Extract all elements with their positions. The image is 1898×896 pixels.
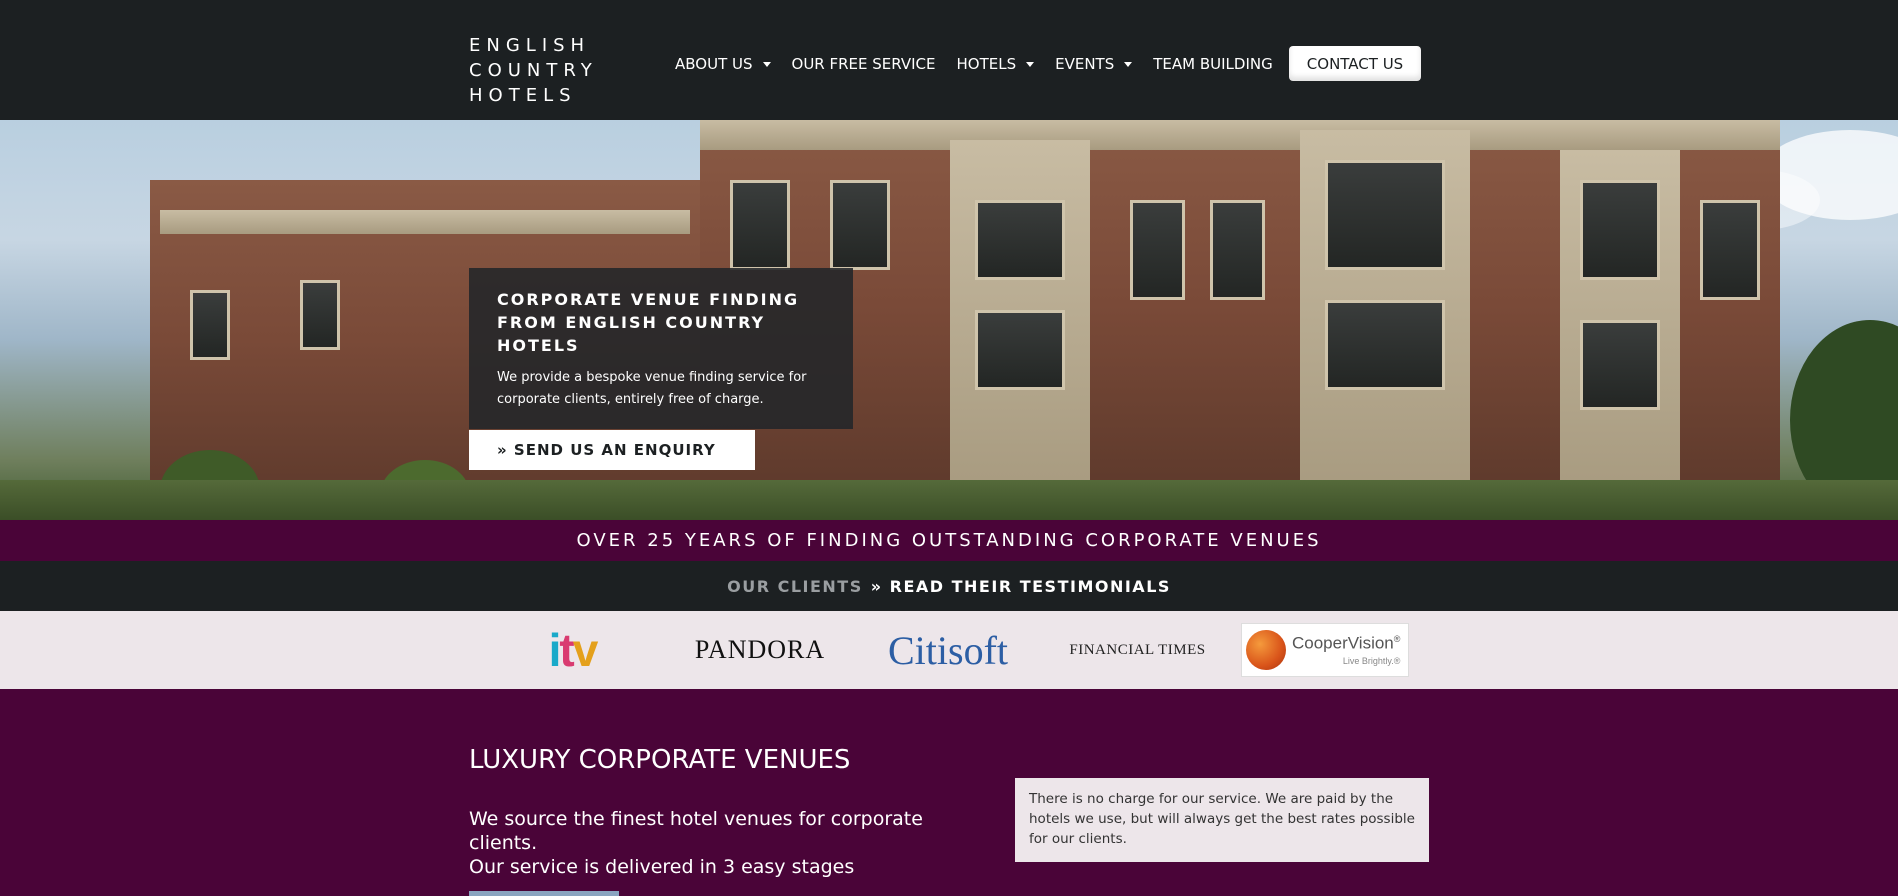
hero-text: We provide a bespoke venue finding servi… (497, 370, 807, 407)
nav-label: EVENTS (1055, 55, 1115, 73)
mansion-window (1210, 200, 1265, 300)
read-testimonials-link[interactable]: » READ THEIR TESTIMONIALS (871, 577, 1171, 596)
mansion-window (1580, 180, 1660, 280)
mansion-window (1325, 160, 1445, 270)
mansion-parapet (700, 120, 1780, 150)
subtitle-line-1: We source the finest hotel venues for co… (469, 808, 923, 854)
section-subtitle: We source the finest hotel venues for co… (469, 807, 989, 879)
mansion-window (300, 280, 340, 350)
coopervision-logo: CooperVision® Live Brightly.® (1241, 623, 1409, 677)
nav-label: OUR FREE SERVICE (791, 55, 936, 73)
mansion-window (1700, 200, 1760, 300)
hero-title: CORPORATE VENUE FINDING FROM ENGLISH COU… (497, 290, 800, 355)
financial-times-logo: FINANCIAL TIMES (1069, 641, 1206, 658)
venues-section: LUXURY CORPORATE VENUES We source the fi… (0, 689, 1898, 896)
itv-letter: v (572, 624, 599, 676)
itv-logo: i t v (525, 623, 620, 677)
coopervision-ball-icon (1246, 630, 1286, 670)
nav-item-events[interactable]: EVENTS (1055, 55, 1133, 73)
caret-down-icon (762, 61, 771, 67)
main-nav: ABOUT US OUR FREE SERVICE HOTELS EVENTS … (675, 46, 1294, 82)
logo-line-1: ENGLISH (469, 35, 591, 56)
lawn-decoration (0, 480, 1898, 520)
coopervision-wordmark: CooperVision (1292, 633, 1394, 653)
site-logo[interactable]: ENGLISH COUNTRY HOTELS (469, 33, 598, 108)
itv-letter: t (559, 624, 574, 676)
pandora-logo: PANDORA (694, 635, 826, 664)
subtitle-line-2: Our service is delivered in 3 easy stage… (469, 856, 855, 878)
nav-item-about-us[interactable]: ABOUT US (675, 55, 771, 73)
caret-down-icon (1124, 61, 1133, 67)
site-header: ENGLISH COUNTRY HOTELS ABOUT US OUR FREE… (0, 0, 1898, 120)
section-title: LUXURY CORPORATE VENUES (469, 745, 851, 775)
our-clients-label: OUR CLIENTS (727, 576, 863, 596)
mansion-window (975, 200, 1065, 280)
nav-label: ABOUT US (675, 55, 753, 73)
nav-item-our-free-service[interactable]: OUR FREE SERVICE (792, 55, 936, 73)
mansion-window (1580, 320, 1660, 410)
coopervision-name: CooperVision® Live Brightly.® (1292, 630, 1400, 671)
nav-item-hotels[interactable]: HOTELS (957, 55, 1035, 73)
mansion-window (1130, 200, 1185, 300)
registered-mark: ® (1393, 633, 1401, 644)
clients-bar: OUR CLIENTS » READ THEIR TESTIMONIALS (0, 561, 1898, 611)
contact-us-button[interactable]: CONTACT US (1289, 46, 1421, 81)
nav-label: TEAM BUILDING (1153, 55, 1273, 73)
nav-label: HOTELS (956, 55, 1017, 73)
mansion-window (975, 310, 1065, 390)
send-enquiry-button[interactable]: » SEND US AN ENQUIRY (469, 430, 755, 470)
hero-slider (0, 120, 1898, 520)
mansion-balustrade (160, 210, 690, 234)
logo-line-3: HOTELS (469, 85, 577, 106)
years-banner: OVER 25 YEARS OF FINDING OUTSTANDING COR… (0, 520, 1898, 561)
itv-letter: i (548, 624, 562, 676)
mansion-window (190, 290, 230, 360)
mansion-window (1325, 300, 1445, 390)
citisoft-logo: Citisoft (887, 627, 1009, 673)
caret-down-icon (1026, 61, 1035, 67)
mansion-window (730, 180, 790, 270)
mansion-window (830, 180, 890, 270)
client-logos: i t v PANDORA Citisoft FINANCIAL TIMES C… (0, 611, 1898, 689)
nav-item-team-building[interactable]: TEAM BUILDING (1153, 55, 1272, 73)
section-image (469, 891, 619, 896)
hero-caption: CORPORATE VENUE FINDING FROM ENGLISH COU… (469, 268, 853, 429)
coopervision-tagline: Live Brightly.® (1342, 656, 1401, 667)
logo-line-2: COUNTRY (469, 60, 598, 81)
free-service-note: There is no charge for our service. We a… (1015, 778, 1429, 862)
